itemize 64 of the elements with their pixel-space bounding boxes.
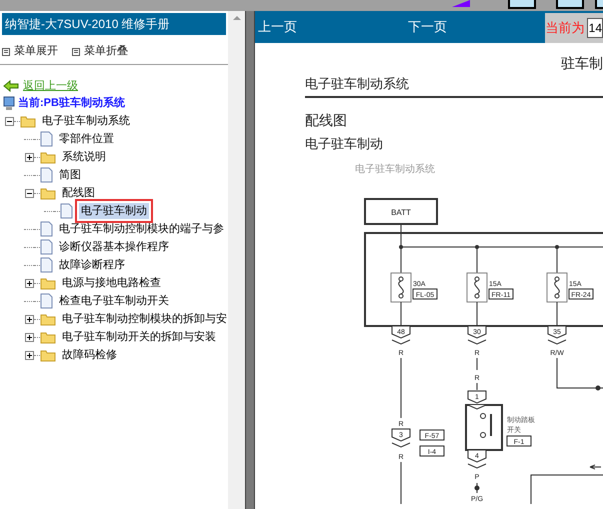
subheading: 电子驻车制动 bbox=[305, 135, 384, 153]
tree-item[interactable]: 故障诊断程序 bbox=[57, 256, 127, 274]
folder-icon bbox=[20, 114, 36, 128]
connector-symbol bbox=[468, 449, 486, 468]
list-icon bbox=[2, 48, 10, 56]
expand-icon[interactable] bbox=[24, 278, 34, 288]
page-field[interactable]: 14 bbox=[586, 18, 603, 38]
folder-icon bbox=[40, 150, 56, 164]
folder-icon bbox=[40, 348, 56, 362]
tree-item[interactable]: 诊断仪器基本操作程序 bbox=[57, 238, 171, 256]
folder-icon bbox=[40, 312, 56, 326]
folder-icon bbox=[40, 276, 56, 290]
expand-icon[interactable] bbox=[24, 332, 34, 342]
scrollbar[interactable] bbox=[228, 11, 245, 509]
computer-icon bbox=[3, 96, 15, 111]
manual-title: 纳智捷-大7SUV-2010 维修手册 bbox=[2, 13, 226, 35]
collapse-icon[interactable] bbox=[4, 116, 14, 126]
expand-icon[interactable] bbox=[24, 152, 34, 162]
tree-item[interactable]: 电源与接地电路检查 bbox=[60, 274, 163, 292]
collapse-icon[interactable] bbox=[24, 188, 34, 198]
menu-link[interactable]: 菜单折叠 bbox=[84, 43, 128, 60]
previous-page-link[interactable]: 上一页 bbox=[258, 17, 408, 37]
diagram-caption: 电子驻车制动系统 bbox=[355, 162, 436, 176]
tree-item[interactable]: 检查电子驻车制动开关 bbox=[57, 292, 171, 310]
heading: 配线图 bbox=[305, 111, 348, 130]
tree-item[interactable]: 电子驻车制动开关的拆卸与安装 bbox=[60, 328, 218, 346]
current-page-label: 当前为 bbox=[546, 19, 585, 38]
window-icon[interactable] bbox=[508, 0, 536, 9]
folder-icon bbox=[40, 330, 56, 344]
tree-item[interactable]: 系统说明 bbox=[60, 148, 108, 166]
battery-label: BATT bbox=[391, 208, 411, 216]
document-icon bbox=[40, 131, 53, 147]
tree-item[interactable]: 电子驻车制动 bbox=[79, 202, 149, 220]
document-icon bbox=[40, 221, 53, 237]
expand-icon[interactable] bbox=[24, 314, 34, 324]
back-link[interactable]: 返回上一级 bbox=[23, 78, 78, 94]
window-icon[interactable] bbox=[556, 0, 584, 9]
tree-item[interactable]: 配线图 bbox=[60, 184, 97, 202]
section-title: 电子驻车制动系统 bbox=[305, 76, 409, 91]
next-page-link[interactable]: 下一页 bbox=[408, 17, 545, 37]
current-section: 当前:PB驻车制动系统 bbox=[18, 95, 125, 112]
tree-item[interactable]: 简图 bbox=[57, 166, 83, 184]
left-arrow-icon bbox=[3, 80, 19, 92]
expand-icon[interactable] bbox=[24, 350, 34, 360]
document-icon bbox=[60, 203, 73, 219]
connector-symbol bbox=[392, 325, 410, 344]
connector-symbol bbox=[392, 428, 410, 448]
tree-item[interactable]: 电子驻车制动控制模块的拆卸与安 bbox=[60, 310, 229, 328]
tree-item[interactable]: 电子驻车制动控制模块的端子与参 bbox=[57, 220, 226, 238]
page-header: 驻车制 bbox=[561, 54, 603, 71]
connector-symbol bbox=[468, 390, 486, 410]
list-icon bbox=[72, 48, 80, 56]
tree-item[interactable]: 零部件位置 bbox=[57, 130, 116, 148]
document-icon bbox=[40, 239, 53, 255]
tree-item[interactable]: 故障码检修 bbox=[60, 346, 119, 364]
tree-item[interactable]: 电子驻车制动系统 bbox=[40, 112, 132, 130]
menu-link[interactable]: 菜单展开 bbox=[14, 43, 58, 60]
connector-symbol bbox=[548, 325, 566, 344]
connector-symbol bbox=[468, 325, 486, 344]
document-icon bbox=[40, 167, 53, 183]
triangle-icon bbox=[452, 0, 470, 7]
document-icon bbox=[40, 257, 53, 273]
document-icon bbox=[40, 293, 53, 309]
folder-icon bbox=[40, 186, 56, 200]
